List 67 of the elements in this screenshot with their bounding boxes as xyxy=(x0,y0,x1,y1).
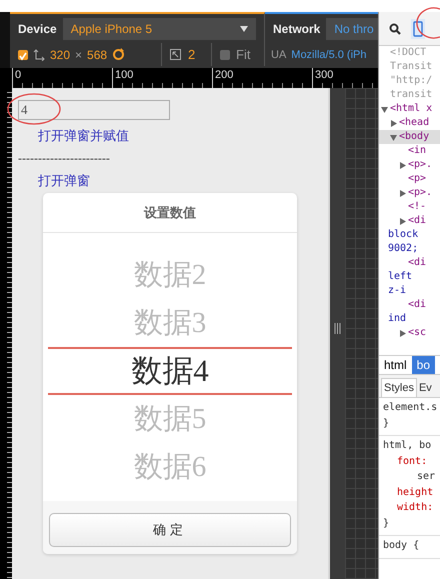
text-input[interactable]: 4 xyxy=(18,100,170,120)
code-line: Transit xyxy=(390,60,432,74)
css-property: height xyxy=(396,486,434,500)
code-line[interactable]: <in xyxy=(408,144,426,158)
code-line: z-i xyxy=(388,284,406,298)
code-line: 9002; xyxy=(388,242,418,256)
picker-option[interactable]: 数据4 xyxy=(48,347,292,395)
code-line[interactable]: <di xyxy=(408,298,426,312)
html-tag[interactable]: <p>. xyxy=(408,158,432,172)
checkbox[interactable] xyxy=(18,50,28,60)
tab[interactable]: Ev xyxy=(416,379,434,397)
css-property: font: xyxy=(396,454,428,468)
dropdown-arrow-icon xyxy=(240,26,248,32)
html-tag[interactable]: <p>. xyxy=(408,186,432,200)
scale-icon xyxy=(170,49,181,60)
html-tag[interactable]: <html x xyxy=(390,102,432,116)
breadcrumb[interactable]: bo xyxy=(412,356,436,374)
confirm-button[interactable]: 确定 xyxy=(49,513,291,547)
search-icon[interactable] xyxy=(389,22,401,34)
separator-text: ----------------------- xyxy=(18,151,110,165)
collapse-arrow-icon[interactable] xyxy=(390,134,397,140)
code-line[interactable]: <di xyxy=(408,256,426,270)
css-selector: body { xyxy=(383,539,420,553)
code-line: block xyxy=(388,228,418,242)
breadcrumb[interactable]: html xyxy=(379,356,412,374)
fit-label: Fit xyxy=(236,47,250,62)
device-label: Device xyxy=(18,22,57,36)
expand-arrow-icon[interactable] xyxy=(399,218,406,224)
fit-checkbox[interactable] xyxy=(220,50,230,60)
code-line: "http:/ xyxy=(390,74,432,88)
css-selector: element.s xyxy=(383,401,438,415)
code-line[interactable]: <p> xyxy=(408,172,426,186)
device-select[interactable]: Apple iPhone 5 xyxy=(62,18,256,40)
code-line[interactable]: <!- xyxy=(408,200,426,214)
expand-arrow-icon[interactable] xyxy=(390,120,397,126)
axes-icon xyxy=(33,48,45,60)
expand-arrow-icon[interactable] xyxy=(399,162,406,168)
css-value: ser xyxy=(416,470,436,484)
collapse-arrow-icon[interactable] xyxy=(381,106,388,112)
width-value[interactable]: 320 xyxy=(50,48,70,62)
tab[interactable]: Styles xyxy=(381,378,417,397)
network-label: Network xyxy=(273,22,320,36)
code-line: transit xyxy=(390,88,432,102)
grip-icon[interactable] xyxy=(334,323,341,334)
html-tag[interactable]: <sc xyxy=(408,326,426,340)
user-agent-value[interactable]: Mozilla/5.0 (iPh xyxy=(291,48,366,60)
link[interactable]: 打开弹窗并赋值 xyxy=(38,128,129,143)
html-tag[interactable]: <head xyxy=(399,116,430,130)
code-line: ind xyxy=(388,312,406,326)
link[interactable]: 打开弹窗 xyxy=(38,173,90,188)
scrollbar[interactable] xyxy=(330,88,345,579)
css-property: width: xyxy=(396,501,434,515)
closing-brace: } xyxy=(383,416,390,430)
css-selector: html, bo xyxy=(383,439,432,453)
code-line: left xyxy=(388,270,412,284)
scale-value[interactable]: 2 xyxy=(188,47,196,62)
phone-icon[interactable] xyxy=(413,20,423,36)
ua-label: UA xyxy=(271,48,286,60)
annotation-circle xyxy=(6,92,62,126)
expand-arrow-icon[interactable] xyxy=(399,330,406,336)
rotate-icon[interactable] xyxy=(112,48,126,61)
times-sign: × xyxy=(75,48,82,62)
expand-arrow-icon[interactable] xyxy=(399,190,406,196)
height-value[interactable]: 568 xyxy=(87,48,108,62)
html-tag[interactable]: <di xyxy=(408,214,426,228)
closing-brace: } xyxy=(383,516,390,530)
dialog-title: 设置数值 xyxy=(43,193,297,233)
